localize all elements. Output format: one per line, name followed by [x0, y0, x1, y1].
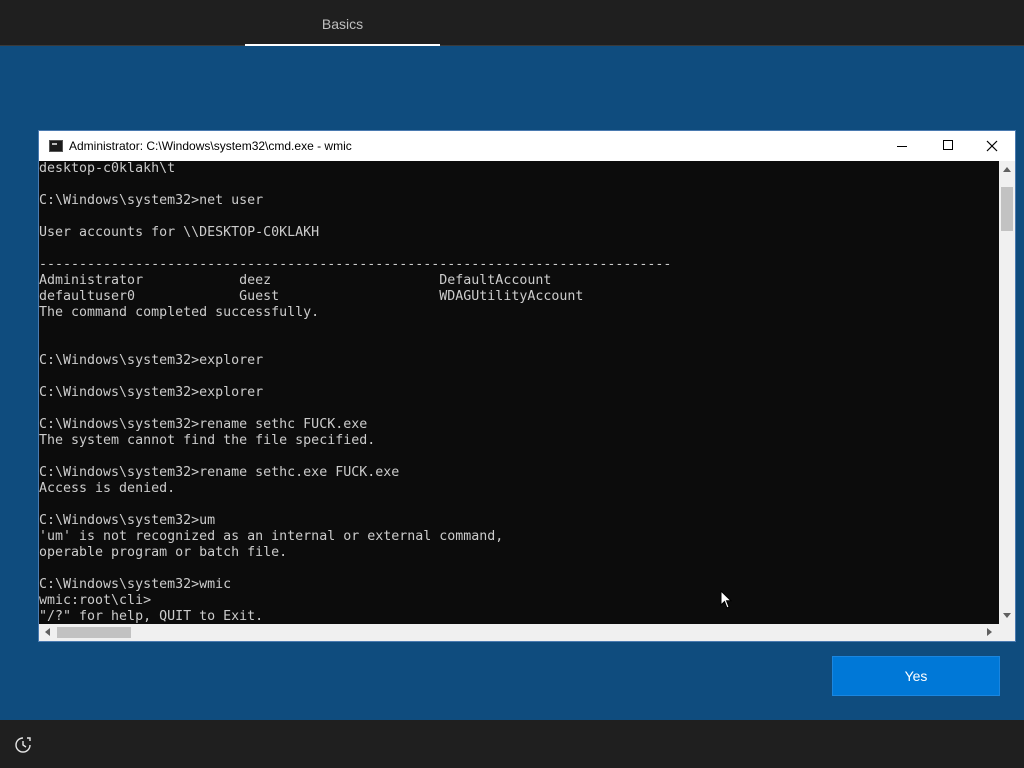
- console-line: C:\Windows\system32>wmic: [39, 577, 232, 592]
- close-button[interactable]: [969, 131, 1015, 161]
- console-line: C:\Windows\system32>rename sethc.exe FUC…: [39, 465, 400, 480]
- console-line: Administrator deez DefaultAccount: [39, 273, 552, 288]
- console-line: defaultuser0 Guest WDAGUtilityAccount: [39, 289, 584, 304]
- console-line: wmic:root\cli>: [39, 593, 152, 608]
- console-line: The command completed successfully.: [39, 305, 320, 320]
- maximize-icon: [943, 140, 953, 150]
- console-output[interactable]: desktop-c0klakh\t C:\Windows\system32>net…: [39, 161, 999, 624]
- console-line: "/?" for help, QUIT to Exit.: [39, 609, 264, 624]
- console-line: ----------------------------------------…: [39, 257, 672, 272]
- console-line: User accounts for \\DESKTOP-C0KLAKH: [39, 225, 320, 240]
- scrollbar-corner: [999, 624, 1015, 641]
- maximize-button[interactable]: [925, 131, 971, 161]
- vertical-scroll-thumb[interactable]: [1001, 187, 1013, 231]
- minimize-button[interactable]: [879, 131, 925, 161]
- bottom-bar: [0, 720, 1024, 768]
- console-line: desktop-c0klakh\t: [39, 161, 176, 176]
- tab-basics[interactable]: Basics: [245, 0, 440, 46]
- console-line: 'um' is not recognized as an internal or…: [39, 529, 504, 544]
- console-line: C:\Windows\system32>um: [39, 513, 216, 528]
- console-line: C:\Windows\system32>explorer: [39, 385, 264, 400]
- title-bar[interactable]: Administrator: C:\Windows\system32\cmd.e…: [39, 131, 1015, 161]
- window-title: Administrator: C:\Windows\system32\cmd.e…: [69, 139, 352, 153]
- close-icon: [986, 140, 998, 152]
- horizontal-scrollbar[interactable]: [39, 624, 999, 641]
- mouse-cursor-icon: [720, 590, 733, 609]
- scroll-left-arrow-icon[interactable]: [45, 628, 50, 636]
- console-line: Access is denied.: [39, 481, 176, 496]
- console-line: C:\Windows\system32>explorer: [39, 353, 264, 368]
- cmd-window[interactable]: Administrator: C:\Windows\system32\cmd.e…: [38, 130, 1016, 642]
- console-line: C:\Windows\system32>rename sethc FUCK.ex…: [39, 417, 368, 432]
- console-line: The system cannot find the file specifie…: [39, 433, 376, 448]
- scroll-up-arrow-icon[interactable]: [1003, 167, 1011, 172]
- console-line: C:\Windows\system32>net user: [39, 193, 264, 208]
- cmd-icon: [49, 140, 63, 152]
- minimize-icon: [897, 146, 907, 147]
- scroll-down-arrow-icon[interactable]: [1003, 613, 1011, 618]
- scroll-right-arrow-icon[interactable]: [987, 628, 992, 636]
- console-line: operable program or batch file.: [39, 545, 288, 560]
- yes-button[interactable]: Yes: [832, 656, 1000, 696]
- horizontal-scroll-thumb[interactable]: [57, 627, 131, 638]
- top-bar: Basics: [0, 0, 1024, 46]
- accessibility-icon[interactable]: [14, 736, 32, 754]
- vertical-scrollbar[interactable]: [999, 161, 1015, 624]
